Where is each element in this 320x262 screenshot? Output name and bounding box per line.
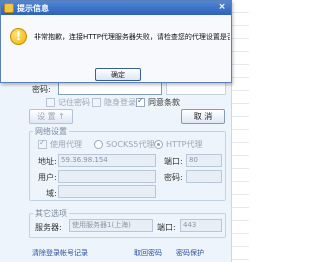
address-row: 地址: bbox=[38, 156, 57, 167]
remember-password-label: 记住密码 bbox=[58, 98, 90, 107]
http-label: HTTP代理 bbox=[166, 140, 203, 149]
invisible-login-option[interactable]: 隐身登录 bbox=[92, 97, 136, 108]
cancel-button[interactable]: 取 消 bbox=[181, 109, 225, 124]
server-label: 服务器: bbox=[35, 223, 62, 232]
invisible-login-checkbox[interactable] bbox=[92, 98, 101, 107]
socks5-radio[interactable] bbox=[94, 140, 103, 149]
alert-message: 非常抱歉，连接HTTP代理服务器失败，请检查您的代理设置是否正确! bbox=[34, 33, 230, 41]
password-hint-field bbox=[166, 82, 226, 95]
user-label: 用户: bbox=[38, 173, 57, 182]
close-icon[interactable]: × bbox=[216, 2, 228, 13]
agree-terms-checkbox[interactable] bbox=[136, 96, 145, 107]
password-protect-link[interactable]: 密码保护 bbox=[176, 248, 204, 258]
alert-dialog: 提示信息 × ! 非常抱歉，连接HTTP代理服务器失败，请检查您的代理设置是否正… bbox=[0, 0, 232, 83]
clear-records-link[interactable]: 清除登录帐号记录 bbox=[32, 248, 88, 258]
app-icon bbox=[4, 3, 14, 13]
use-proxy-option[interactable]: 使用代理 bbox=[38, 138, 82, 150]
server-value: 使用服务器1(上海) bbox=[72, 221, 131, 229]
port2-select[interactable]: 443 bbox=[180, 219, 222, 232]
domain-label: 域: bbox=[46, 189, 57, 198]
use-proxy-checkbox[interactable] bbox=[38, 138, 47, 149]
password-row: 密码: bbox=[32, 84, 51, 95]
retrieve-password-link[interactable]: 取回密码 bbox=[134, 248, 162, 258]
ok-button[interactable]: 确定 bbox=[95, 68, 141, 81]
settings-button[interactable]: 设 置 ↑ bbox=[29, 109, 73, 124]
remember-password-checkbox[interactable] bbox=[46, 98, 55, 107]
invisible-login-label: 隐身登录 bbox=[104, 98, 136, 107]
other-options-title: 其它选项 bbox=[33, 208, 69, 219]
socks5-label: SOCKS5代理 bbox=[106, 140, 155, 149]
remember-password-option[interactable]: 记住密码 bbox=[46, 97, 90, 108]
user-input[interactable] bbox=[58, 170, 156, 183]
port-label: 端口: bbox=[164, 157, 183, 166]
domain-input[interactable] bbox=[58, 185, 156, 198]
proxy-password-row: 密码: bbox=[164, 172, 183, 183]
alert-title: 提示信息 bbox=[17, 3, 49, 13]
socks5-proxy-option[interactable]: SOCKS5代理 bbox=[94, 139, 154, 150]
agree-terms-label: 同意条款 bbox=[148, 98, 180, 107]
network-settings-title: 网络设置 bbox=[33, 126, 69, 137]
http-radio[interactable] bbox=[154, 140, 163, 149]
port2-row: 端口: bbox=[157, 222, 176, 233]
port2-value: 443 bbox=[183, 221, 197, 229]
use-proxy-label: 使用代理 bbox=[50, 140, 82, 149]
port-row: 端口: bbox=[164, 156, 183, 167]
proxy-password-input[interactable] bbox=[186, 170, 222, 183]
user-row: 用户: bbox=[38, 172, 57, 183]
server-row: 服务器: bbox=[35, 222, 62, 233]
warning-icon: ! bbox=[10, 28, 27, 45]
server-select[interactable]: 使用服务器1(上海) bbox=[69, 219, 153, 232]
domain-row: 域: bbox=[46, 188, 57, 199]
background-window-strip bbox=[232, 0, 249, 262]
address-input[interactable]: 59.36.98.154 bbox=[58, 154, 156, 167]
alert-title-bar[interactable]: 提示信息 × bbox=[1, 1, 231, 15]
password-label: 密码: bbox=[32, 85, 51, 94]
http-proxy-option[interactable]: HTTP代理 bbox=[154, 139, 202, 150]
password-input[interactable] bbox=[58, 82, 162, 95]
agree-terms-option[interactable]: 同意条款 bbox=[136, 96, 180, 108]
port2-label: 端口: bbox=[157, 223, 176, 232]
proxy-password-label: 密码: bbox=[164, 173, 183, 182]
port-input[interactable]: 80 bbox=[186, 154, 222, 167]
address-label: 地址: bbox=[38, 157, 57, 166]
